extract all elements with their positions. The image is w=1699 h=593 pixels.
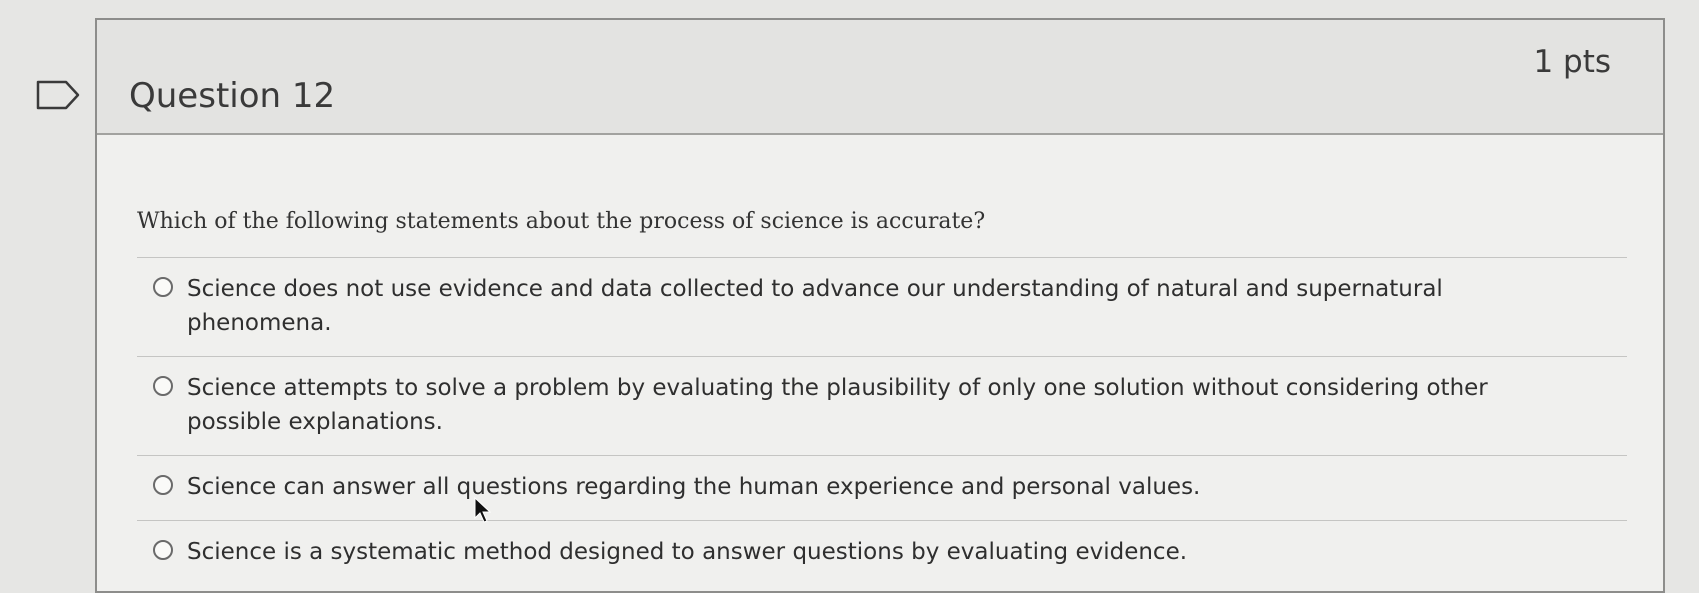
question-title: Question 12 bbox=[129, 76, 336, 116]
radio-button[interactable] bbox=[153, 475, 173, 495]
flag-question-icon[interactable] bbox=[36, 80, 80, 110]
question-header: Question 12 1 pts bbox=[97, 20, 1663, 135]
answer-label[interactable]: Science is a systematic method designed … bbox=[187, 535, 1187, 569]
radio-button[interactable] bbox=[153, 277, 173, 297]
mouse-pointer-icon bbox=[474, 497, 492, 523]
question-body: Which of the following statements about … bbox=[97, 135, 1663, 591]
answer-option-1[interactable]: Science does not use evidence and data c… bbox=[137, 258, 1627, 357]
question-prompt: Which of the following statements about … bbox=[137, 209, 986, 234]
answer-label[interactable]: Science does not use evidence and data c… bbox=[187, 272, 1507, 340]
answer-list: Science does not use evidence and data c… bbox=[137, 257, 1627, 585]
answer-label[interactable]: Science can answer all questions regardi… bbox=[187, 470, 1200, 504]
answer-option-3[interactable]: Science can answer all questions regardi… bbox=[137, 456, 1627, 521]
answer-option-4[interactable]: Science is a systematic method designed … bbox=[137, 521, 1627, 585]
question-card: Question 12 1 pts Which of the following… bbox=[95, 18, 1665, 593]
answer-option-2[interactable]: Science attempts to solve a problem by e… bbox=[137, 357, 1627, 456]
answer-label[interactable]: Science attempts to solve a problem by e… bbox=[187, 371, 1507, 439]
radio-button[interactable] bbox=[153, 540, 173, 560]
radio-button[interactable] bbox=[153, 376, 173, 396]
question-points: 1 pts bbox=[1533, 44, 1611, 80]
